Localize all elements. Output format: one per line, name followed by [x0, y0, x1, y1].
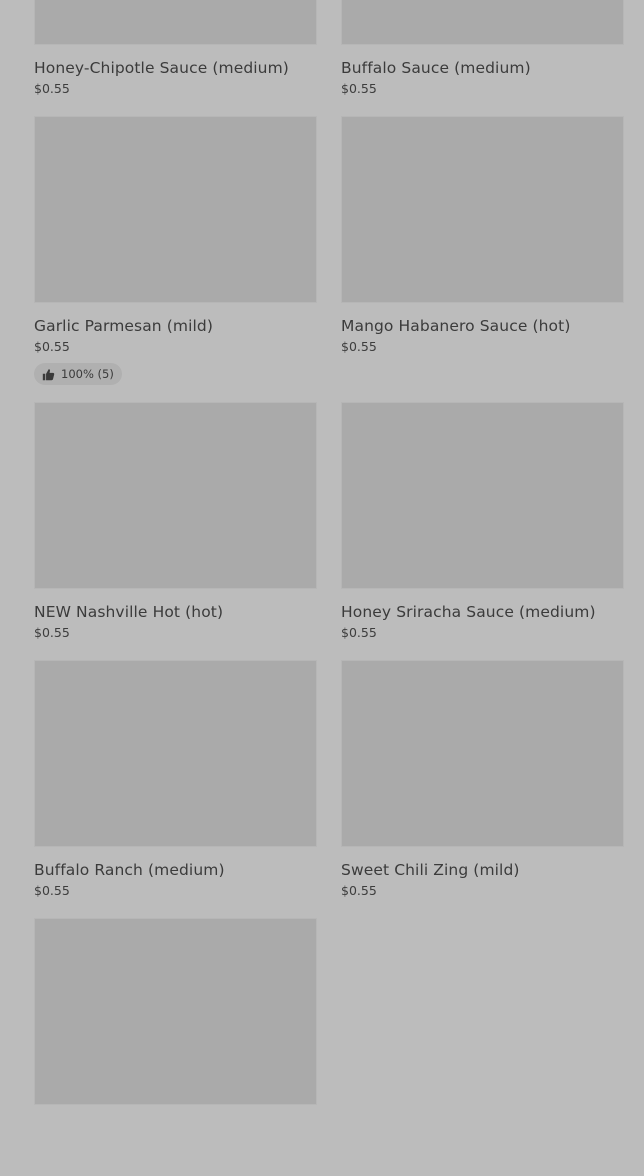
menu-item-card[interactable]: Honey Sriracha Sauce (medium) $0.55 [341, 402, 624, 660]
menu-item-image[interactable] [341, 402, 624, 589]
menu-item-name[interactable]: Buffalo Ranch (medium) [34, 860, 317, 880]
menu-item-name[interactable]: Mango Habanero Sauce (hot) [341, 316, 624, 336]
menu-item-name[interactable]: Honey Sriracha Sauce (medium) [341, 602, 624, 622]
menu-item-price: $0.55 [341, 625, 377, 640]
menu-item-card[interactable]: Sweet Chili Zing (mild) $0.55 [341, 660, 624, 918]
menu-item-card[interactable]: NEW Nashville Hot (hot) $0.55 [34, 402, 317, 660]
menu-item-price: $0.55 [341, 883, 377, 898]
menu-item-price: $0.55 [34, 339, 70, 354]
menu-item-price: $0.55 [34, 883, 70, 898]
menu-item-image[interactable] [341, 660, 624, 847]
menu-item-image[interactable] [341, 116, 624, 303]
menu-item-card[interactable]: Buffalo Sauce (medium) $0.55 [341, 0, 624, 116]
menu-item-name[interactable]: NEW Nashville Hot (hot) [34, 602, 317, 622]
menu-item-image[interactable] [34, 918, 317, 1105]
menu-item-card[interactable]: Honey-Chipotle Sauce (medium) $0.55 [34, 0, 317, 116]
menu-item-card[interactable]: Garlic Parmesan (mild) $0.55 100% (5) [34, 116, 317, 402]
menu-item-card[interactable] [34, 918, 317, 1176]
menu-item-image[interactable] [34, 402, 317, 589]
menu-item-image[interactable] [34, 660, 317, 847]
menu-item-name[interactable]: Garlic Parmesan (mild) [34, 316, 317, 336]
menu-item-price: $0.55 [34, 81, 70, 96]
menu-item-card[interactable]: Buffalo Ranch (medium) $0.55 [34, 660, 317, 918]
menu-item-price: $0.55 [341, 339, 377, 354]
menu-item-image[interactable] [34, 116, 317, 303]
menu-item-image[interactable] [341, 0, 624, 45]
menu-item-card[interactable]: Mango Habanero Sauce (hot) $0.55 [341, 116, 624, 402]
menu-item-image[interactable] [34, 0, 317, 45]
menu-item-name[interactable]: Honey-Chipotle Sauce (medium) [34, 58, 317, 78]
menu-item-name[interactable]: Sweet Chili Zing (mild) [341, 860, 624, 880]
thumbs-up-icon [42, 368, 55, 380]
menu-item-grid: Honey-Chipotle Sauce (medium) $0.55 Buff… [34, 0, 624, 1176]
menu-item-price: $0.55 [341, 81, 377, 96]
menu-item-price: $0.55 [34, 625, 70, 640]
menu-item-name[interactable]: Buffalo Sauce (medium) [341, 58, 624, 78]
rating-text: 100% (5) [61, 367, 114, 381]
rating-badge: 100% (5) [34, 363, 122, 385]
